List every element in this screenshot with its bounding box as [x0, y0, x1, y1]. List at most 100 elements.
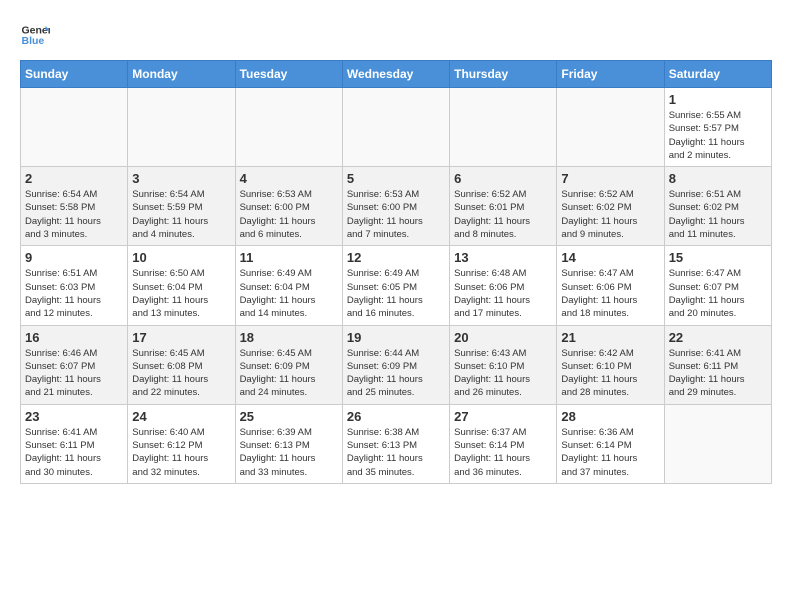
day-number: 6 — [454, 171, 552, 186]
calendar-header-row: SundayMondayTuesdayWednesdayThursdayFrid… — [21, 61, 772, 88]
calendar-day-cell: 28 Sunrise: 6:36 AM Sunset: 6:14 PM Dayli… — [557, 404, 664, 483]
day-number: 16 — [25, 330, 123, 345]
day-info: Sunrise: 6:41 AM Sunset: 6:11 PM Dayligh… — [25, 426, 123, 479]
day-number: 14 — [561, 250, 659, 265]
calendar-day-cell — [342, 88, 449, 167]
calendar-day-cell: 2 Sunrise: 6:54 AM Sunset: 5:58 PM Daylig… — [21, 167, 128, 246]
day-info: Sunrise: 6:39 AM Sunset: 6:13 PM Dayligh… — [240, 426, 338, 479]
calendar-day-cell: 23 Sunrise: 6:41 AM Sunset: 6:11 PM Dayli… — [21, 404, 128, 483]
day-number: 2 — [25, 171, 123, 186]
calendar-day-cell: 17 Sunrise: 6:45 AM Sunset: 6:08 PM Dayli… — [128, 325, 235, 404]
day-info: Sunrise: 6:52 AM Sunset: 6:02 PM Dayligh… — [561, 188, 659, 241]
day-info: Sunrise: 6:38 AM Sunset: 6:13 PM Dayligh… — [347, 426, 445, 479]
day-info: Sunrise: 6:54 AM Sunset: 5:59 PM Dayligh… — [132, 188, 230, 241]
calendar-day-cell: 9Sunrise: 6:51 AM Sunset: 6:03 PM Daylig… — [21, 246, 128, 325]
calendar-day-cell — [128, 88, 235, 167]
day-info: Sunrise: 6:50 AM Sunset: 6:04 PM Dayligh… — [132, 267, 230, 320]
day-info: Sunrise: 6:47 AM Sunset: 6:06 PM Dayligh… — [561, 267, 659, 320]
day-info: Sunrise: 6:51 AM Sunset: 6:02 PM Dayligh… — [669, 188, 767, 241]
logo: General Blue — [20, 20, 54, 50]
day-info: Sunrise: 6:36 AM Sunset: 6:14 PM Dayligh… — [561, 426, 659, 479]
weekday-header-thursday: Thursday — [450, 61, 557, 88]
day-info: Sunrise: 6:54 AM Sunset: 5:58 PM Dayligh… — [25, 188, 123, 241]
logo-icon: General Blue — [20, 20, 50, 50]
day-number: 19 — [347, 330, 445, 345]
day-number: 3 — [132, 171, 230, 186]
weekday-header-sunday: Sunday — [21, 61, 128, 88]
calendar-day-cell: 19 Sunrise: 6:44 AM Sunset: 6:09 PM Dayli… — [342, 325, 449, 404]
day-number: 11 — [240, 250, 338, 265]
day-number: 27 — [454, 409, 552, 424]
svg-text:Blue: Blue — [22, 35, 45, 47]
day-number: 21 — [561, 330, 659, 345]
calendar-day-cell — [450, 88, 557, 167]
day-number: 24 — [132, 409, 230, 424]
day-number: 12 — [347, 250, 445, 265]
day-number: 5 — [347, 171, 445, 186]
calendar-day-cell: 13 Sunrise: 6:48 AM Sunset: 6:06 PM Dayli… — [450, 246, 557, 325]
day-number: 10 — [132, 250, 230, 265]
day-number: 1 — [669, 92, 767, 107]
calendar-day-cell: 4 Sunrise: 6:53 AM Sunset: 6:00 PM Daylig… — [235, 167, 342, 246]
day-info: Sunrise: 6:47 AM Sunset: 6:07 PM Dayligh… — [669, 267, 767, 320]
day-number: 28 — [561, 409, 659, 424]
day-info: Sunrise: 6:53 AM Sunset: 6:00 PM Dayligh… — [240, 188, 338, 241]
calendar-day-cell: 21 Sunrise: 6:42 AM Sunset: 6:10 PM Dayli… — [557, 325, 664, 404]
day-number: 20 — [454, 330, 552, 345]
calendar-week-row: 1 Sunrise: 6:55 AM Sunset: 5:57 PM Daylig… — [21, 88, 772, 167]
day-number: 26 — [347, 409, 445, 424]
day-number: 23 — [25, 409, 123, 424]
calendar-day-cell: 5Sunrise: 6:53 AM Sunset: 6:00 PM Daylig… — [342, 167, 449, 246]
calendar-week-row: 23 Sunrise: 6:41 AM Sunset: 6:11 PM Dayli… — [21, 404, 772, 483]
day-info: Sunrise: 6:45 AM Sunset: 6:08 PM Dayligh… — [132, 347, 230, 400]
calendar-week-row: 2 Sunrise: 6:54 AM Sunset: 5:58 PM Daylig… — [21, 167, 772, 246]
day-number: 17 — [132, 330, 230, 345]
day-number: 15 — [669, 250, 767, 265]
page-header: General Blue — [20, 20, 772, 50]
calendar-week-row: 16 Sunrise: 6:46 AM Sunset: 6:07 PM Dayli… — [21, 325, 772, 404]
day-number: 7 — [561, 171, 659, 186]
day-info: Sunrise: 6:37 AM Sunset: 6:14 PM Dayligh… — [454, 426, 552, 479]
day-number: 9 — [25, 250, 123, 265]
calendar-day-cell: 6Sunrise: 6:52 AM Sunset: 6:01 PM Daylig… — [450, 167, 557, 246]
calendar-day-cell: 14 Sunrise: 6:47 AM Sunset: 6:06 PM Dayli… — [557, 246, 664, 325]
calendar-day-cell: 3 Sunrise: 6:54 AM Sunset: 5:59 PM Daylig… — [128, 167, 235, 246]
calendar-week-row: 9Sunrise: 6:51 AM Sunset: 6:03 PM Daylig… — [21, 246, 772, 325]
calendar-day-cell: 26 Sunrise: 6:38 AM Sunset: 6:13 PM Dayli… — [342, 404, 449, 483]
day-number: 13 — [454, 250, 552, 265]
day-info: Sunrise: 6:45 AM Sunset: 6:09 PM Dayligh… — [240, 347, 338, 400]
day-info: Sunrise: 6:40 AM Sunset: 6:12 PM Dayligh… — [132, 426, 230, 479]
day-number: 4 — [240, 171, 338, 186]
day-info: Sunrise: 6:44 AM Sunset: 6:09 PM Dayligh… — [347, 347, 445, 400]
day-info: Sunrise: 6:49 AM Sunset: 6:04 PM Dayligh… — [240, 267, 338, 320]
calendar-day-cell — [664, 404, 771, 483]
calendar-day-cell: 18 Sunrise: 6:45 AM Sunset: 6:09 PM Dayli… — [235, 325, 342, 404]
calendar-day-cell: 7 Sunrise: 6:52 AM Sunset: 6:02 PM Daylig… — [557, 167, 664, 246]
day-info: Sunrise: 6:55 AM Sunset: 5:57 PM Dayligh… — [669, 109, 767, 162]
calendar-day-cell: 27 Sunrise: 6:37 AM Sunset: 6:14 PM Dayli… — [450, 404, 557, 483]
day-info: Sunrise: 6:43 AM Sunset: 6:10 PM Dayligh… — [454, 347, 552, 400]
day-info: Sunrise: 6:48 AM Sunset: 6:06 PM Dayligh… — [454, 267, 552, 320]
calendar-day-cell: 1 Sunrise: 6:55 AM Sunset: 5:57 PM Daylig… — [664, 88, 771, 167]
calendar-day-cell: 20 Sunrise: 6:43 AM Sunset: 6:10 PM Dayli… — [450, 325, 557, 404]
weekday-header-saturday: Saturday — [664, 61, 771, 88]
calendar-day-cell: 12 Sunrise: 6:49 AM Sunset: 6:05 PM Dayli… — [342, 246, 449, 325]
day-number: 8 — [669, 171, 767, 186]
day-number: 18 — [240, 330, 338, 345]
calendar-day-cell — [21, 88, 128, 167]
weekday-header-friday: Friday — [557, 61, 664, 88]
calendar-day-cell: 16 Sunrise: 6:46 AM Sunset: 6:07 PM Dayli… — [21, 325, 128, 404]
calendar-day-cell: 11 Sunrise: 6:49 AM Sunset: 6:04 PM Dayli… — [235, 246, 342, 325]
calendar-day-cell: 15 Sunrise: 6:47 AM Sunset: 6:07 PM Dayli… — [664, 246, 771, 325]
day-info: Sunrise: 6:46 AM Sunset: 6:07 PM Dayligh… — [25, 347, 123, 400]
calendar-table: SundayMondayTuesdayWednesdayThursdayFrid… — [20, 60, 772, 484]
calendar-day-cell: 22Sunrise: 6:41 AM Sunset: 6:11 PM Dayli… — [664, 325, 771, 404]
weekday-header-wednesday: Wednesday — [342, 61, 449, 88]
calendar-day-cell: 8 Sunrise: 6:51 AM Sunset: 6:02 PM Daylig… — [664, 167, 771, 246]
calendar-day-cell: 10 Sunrise: 6:50 AM Sunset: 6:04 PM Dayli… — [128, 246, 235, 325]
day-info: Sunrise: 6:49 AM Sunset: 6:05 PM Dayligh… — [347, 267, 445, 320]
day-info: Sunrise: 6:42 AM Sunset: 6:10 PM Dayligh… — [561, 347, 659, 400]
day-number: 22 — [669, 330, 767, 345]
calendar-day-cell: 25Sunrise: 6:39 AM Sunset: 6:13 PM Dayli… — [235, 404, 342, 483]
calendar-day-cell — [557, 88, 664, 167]
